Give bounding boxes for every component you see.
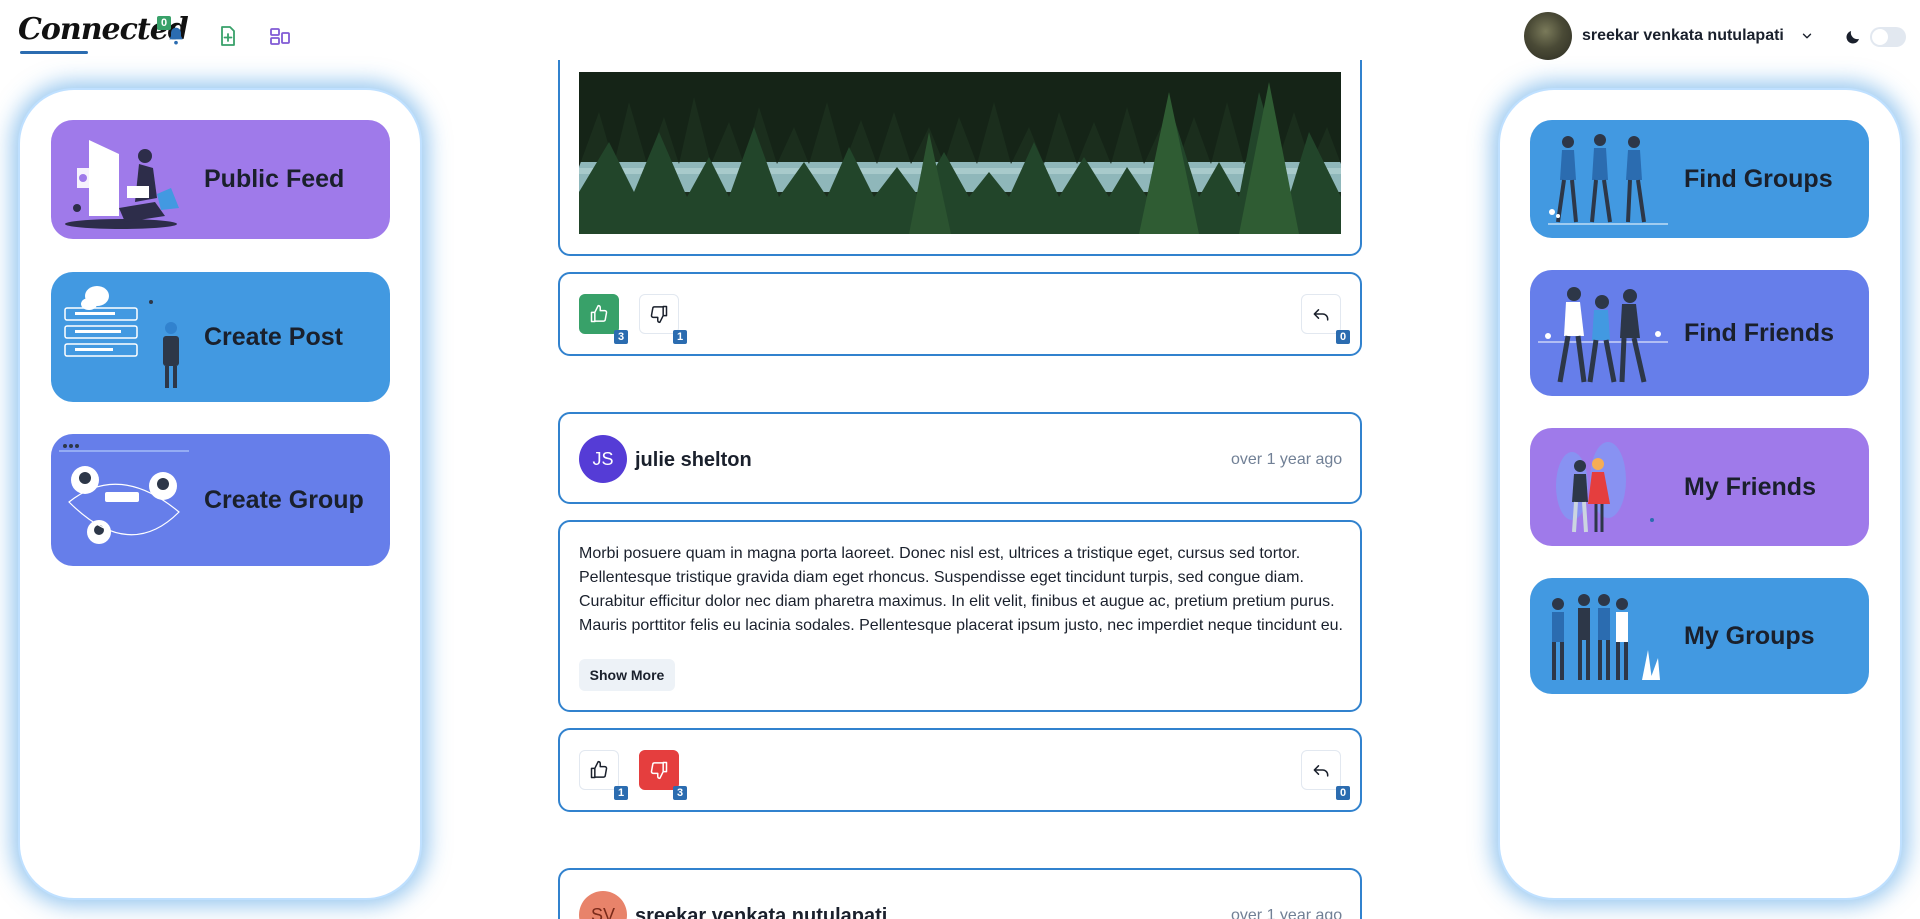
moon-icon (1846, 31, 1859, 44)
post-timestamp: over 1 year ago (1231, 907, 1343, 919)
thumbs-down-icon (650, 305, 668, 324)
forest-lake-image (579, 72, 1341, 234)
my-friends-label: My Friends (1684, 472, 1816, 501)
reading-illustration-icon (65, 140, 179, 229)
like-count: 3 (614, 330, 628, 344)
public-feed-tile[interactable]: Public Feed (51, 120, 390, 239)
dislike-button[interactable] (639, 294, 679, 334)
post-image (579, 72, 1341, 234)
create-post-icon[interactable] (216, 24, 240, 48)
find-groups-tile[interactable]: Find Groups (1530, 120, 1869, 238)
post-author-name[interactable]: sreekar venkata nutulapati (635, 905, 887, 919)
group-standing-illustration-icon (1552, 594, 1660, 680)
groups-layout-icon[interactable] (268, 24, 292, 48)
create-group-illustration-icon (59, 444, 189, 544)
user-avatar (1524, 12, 1572, 60)
author-avatar[interactable]: JS (579, 435, 627, 483)
my-friends-tile[interactable]: My Friends (1530, 428, 1869, 546)
my-groups-tile[interactable]: My Groups (1530, 578, 1869, 694)
dislike-count: 1 (673, 330, 687, 344)
post-body-text: Morbi posuere quam in magna porta laoree… (579, 545, 1343, 634)
post-timestamp: over 1 year ago (1231, 451, 1343, 468)
logo-underline (20, 51, 88, 54)
post-author-name[interactable]: julie shelton (635, 449, 752, 472)
show-more-button[interactable]: Show More (579, 659, 675, 691)
dark-mode-toggle[interactable] (1870, 27, 1906, 47)
find-friends-label: Find Friends (1684, 318, 1834, 347)
reply-count: 0 (1336, 786, 1350, 800)
find-friends-tile[interactable]: Find Friends (1530, 270, 1869, 396)
user-name: sreekar venkata nutulapati (1582, 27, 1784, 44)
create-post-label: Create Post (204, 322, 343, 351)
public-feed-label: Public Feed (204, 165, 345, 193)
reply-icon (1313, 765, 1329, 777)
people-walking-illustration-icon (1548, 134, 1668, 225)
like-count: 1 (614, 786, 628, 800)
bell-icon[interactable] (166, 26, 186, 46)
create-post-illustration-icon (64, 286, 179, 388)
reply-count: 0 (1336, 330, 1350, 344)
reply-button[interactable] (1301, 294, 1341, 334)
create-group-tile[interactable]: Create Group (51, 434, 390, 566)
reply-button[interactable] (1301, 750, 1341, 790)
create-post-tile[interactable]: Create Post (51, 272, 390, 402)
like-button[interactable] (579, 750, 619, 790)
dislike-button[interactable] (639, 750, 679, 790)
thumbs-up-icon (590, 304, 608, 323)
dislike-count: 3 (673, 786, 687, 800)
create-group-label: Create Group (204, 485, 364, 514)
user-profile-menu[interactable]: sreekar venkata nutulapati (1524, 12, 1814, 60)
thumbs-up-icon (590, 760, 608, 779)
my-groups-label: My Groups (1684, 621, 1815, 650)
friends-dancing-illustration-icon (1538, 287, 1668, 383)
thumbs-down-icon (650, 761, 668, 780)
couple-illustration-icon (1556, 442, 1654, 533)
chevron-down-icon (1802, 33, 1812, 39)
reply-icon (1313, 309, 1329, 321)
find-groups-label: Find Groups (1684, 164, 1833, 193)
like-button[interactable] (579, 294, 619, 334)
